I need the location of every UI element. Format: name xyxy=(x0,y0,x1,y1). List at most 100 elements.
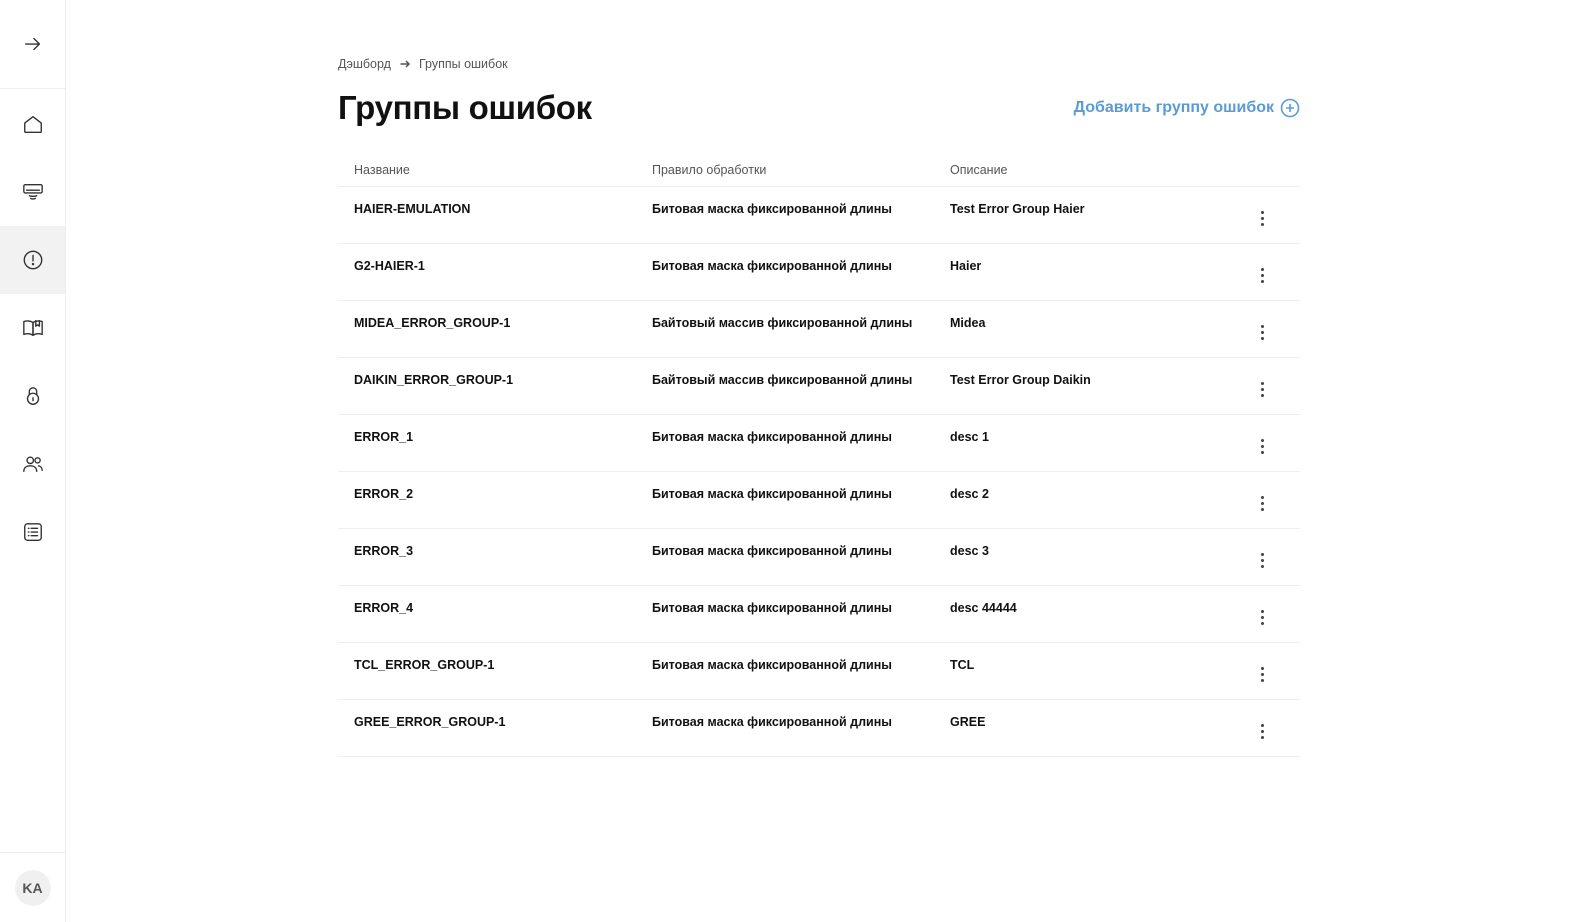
table-header-row: Название Правило обработки Описание xyxy=(338,155,1300,187)
error-groups-table: Название Правило обработки Описание HAIE… xyxy=(338,155,1300,757)
avatar[interactable]: KA xyxy=(14,869,51,906)
more-vertical-icon[interactable] xyxy=(1250,663,1274,687)
kebab-dot xyxy=(1260,268,1264,271)
table-row[interactable]: GREE_ERROR_GROUP-1 Битовая маска фиксиров… xyxy=(338,699,1300,757)
kebab-dot xyxy=(1260,667,1264,670)
sidebar-expand-button[interactable] xyxy=(0,0,65,89)
cell-description: desc 44444 xyxy=(934,585,1224,643)
add-error-group-button[interactable]: Добавить группу ошибок xyxy=(1074,98,1300,118)
cell-name: HAIER-EMULATION xyxy=(338,186,636,244)
more-vertical-icon[interactable] xyxy=(1250,549,1274,573)
kebab-dot xyxy=(1260,445,1264,448)
book-icon xyxy=(22,319,43,337)
kebab-dot xyxy=(1260,730,1264,733)
cell-description: Midea xyxy=(934,300,1224,358)
more-vertical-icon[interactable] xyxy=(1250,264,1274,288)
sidebar-item-docs[interactable] xyxy=(0,294,65,362)
cell-name: ERROR_3 xyxy=(338,528,636,586)
kebab-dot xyxy=(1260,496,1264,499)
kebab-dot xyxy=(1260,337,1264,340)
cell-name: DAIKIN_ERROR_GROUP-1 xyxy=(338,357,636,415)
cell-actions xyxy=(1224,300,1300,358)
home-icon xyxy=(23,115,42,133)
kebab-dot xyxy=(1260,217,1264,220)
kebab-dot xyxy=(1260,508,1264,511)
more-vertical-icon[interactable] xyxy=(1250,720,1274,744)
column-header-name[interactable]: Название xyxy=(338,155,636,187)
cell-rule: Битовая маска фиксированной длины xyxy=(636,642,934,700)
table-row[interactable]: ERROR_3 Битовая маска фиксированной длины… xyxy=(338,528,1300,586)
sidebar-item-error-groups[interactable] xyxy=(0,226,65,294)
sidebar-item-logs[interactable] xyxy=(0,498,65,566)
air-conditioner-icon xyxy=(22,183,43,200)
column-header-actions xyxy=(1224,155,1300,187)
table-row[interactable]: ERROR_4 Битовая маска фиксированной длины… xyxy=(338,585,1300,643)
alert-circle-icon xyxy=(23,250,42,270)
table-row[interactable]: MIDEA_ERROR_GROUP-1 Байтовый массив фикси… xyxy=(338,300,1300,358)
kebab-dot xyxy=(1260,679,1264,682)
kebab-dot xyxy=(1260,394,1264,397)
cell-rule: Битовая маска фиксированной длины xyxy=(636,414,934,472)
kebab-dot xyxy=(1260,673,1264,676)
sidebar-item-dashboard[interactable] xyxy=(0,90,65,158)
cell-actions xyxy=(1224,357,1300,415)
kebab-dot xyxy=(1260,331,1264,334)
lock-icon xyxy=(26,387,39,405)
kebab-dot xyxy=(1260,610,1264,613)
cell-description: desc 1 xyxy=(934,414,1224,472)
sidebar-item-users[interactable] xyxy=(0,430,65,498)
sidebar: KA xyxy=(0,0,66,922)
table-row[interactable]: TCL_ERROR_GROUP-1 Битовая маска фиксирова… xyxy=(338,642,1300,700)
kebab-dot xyxy=(1260,439,1264,442)
cell-rule: Битовая маска фиксированной длины xyxy=(636,471,934,529)
table-row[interactable]: DAIKIN_ERROR_GROUP-1 Байтовый массив фикс… xyxy=(338,357,1300,415)
cell-actions xyxy=(1224,186,1300,244)
kebab-dot xyxy=(1260,280,1264,283)
table-row[interactable]: HAIER-EMULATION Битовая маска фиксированн… xyxy=(338,186,1300,244)
kebab-dot xyxy=(1260,451,1264,454)
cell-actions xyxy=(1224,585,1300,643)
kebab-dot xyxy=(1260,382,1264,385)
cell-rule: Битовая маска фиксированной длины xyxy=(636,186,934,244)
cell-rule: Байтовый массив фиксированной длины xyxy=(636,300,934,358)
cell-description: Test Error Group Haier xyxy=(934,186,1224,244)
cell-name: G2-HAIER-1 xyxy=(338,243,636,301)
sidebar-item-devices[interactable] xyxy=(0,158,65,226)
more-vertical-icon[interactable] xyxy=(1250,378,1274,402)
kebab-dot xyxy=(1260,565,1264,568)
cell-actions xyxy=(1224,642,1300,700)
more-vertical-icon[interactable] xyxy=(1250,606,1274,630)
cell-actions xyxy=(1224,471,1300,529)
arrow-right-icon xyxy=(24,37,40,51)
breadcrumb: Дэшборд Группы ошибок xyxy=(338,57,508,71)
kebab-dot xyxy=(1260,616,1264,619)
users-icon xyxy=(22,456,43,473)
table-row[interactable]: G2-HAIER-1 Битовая маска фиксированной дл… xyxy=(338,243,1300,301)
sidebar-item-access[interactable] xyxy=(0,362,65,430)
cell-name: GREE_ERROR_GROUP-1 xyxy=(338,699,636,757)
kebab-dot xyxy=(1260,223,1264,226)
kebab-dot xyxy=(1260,211,1264,214)
column-header-rule[interactable]: Правило обработки xyxy=(636,155,934,187)
cell-rule: Битовая маска фиксированной длины xyxy=(636,699,934,757)
cell-name: TCL_ERROR_GROUP-1 xyxy=(338,642,636,700)
more-vertical-icon[interactable] xyxy=(1250,321,1274,345)
table-row[interactable]: ERROR_1 Битовая маска фиксированной длины… xyxy=(338,414,1300,472)
kebab-dot xyxy=(1260,502,1264,505)
cell-rule: Битовая маска фиксированной длины xyxy=(636,528,934,586)
column-header-description[interactable]: Описание xyxy=(934,155,1224,187)
breadcrumb-current: Группы ошибок xyxy=(418,57,508,71)
kebab-dot xyxy=(1260,388,1264,391)
kebab-dot xyxy=(1260,724,1264,727)
more-vertical-icon[interactable] xyxy=(1250,435,1274,459)
kebab-dot xyxy=(1260,274,1264,277)
breadcrumb-dashboard-link[interactable]: Дэшборд xyxy=(338,57,391,71)
cell-description: desc 3 xyxy=(934,528,1224,586)
cell-description: desc 2 xyxy=(934,471,1224,529)
kebab-dot xyxy=(1260,622,1264,625)
table-row[interactable]: ERROR_2 Битовая маска фиксированной длины… xyxy=(338,471,1300,529)
more-vertical-icon[interactable] xyxy=(1250,492,1274,516)
cell-actions xyxy=(1224,243,1300,301)
plus-circle-icon xyxy=(1280,98,1300,118)
more-vertical-icon[interactable] xyxy=(1250,207,1274,231)
